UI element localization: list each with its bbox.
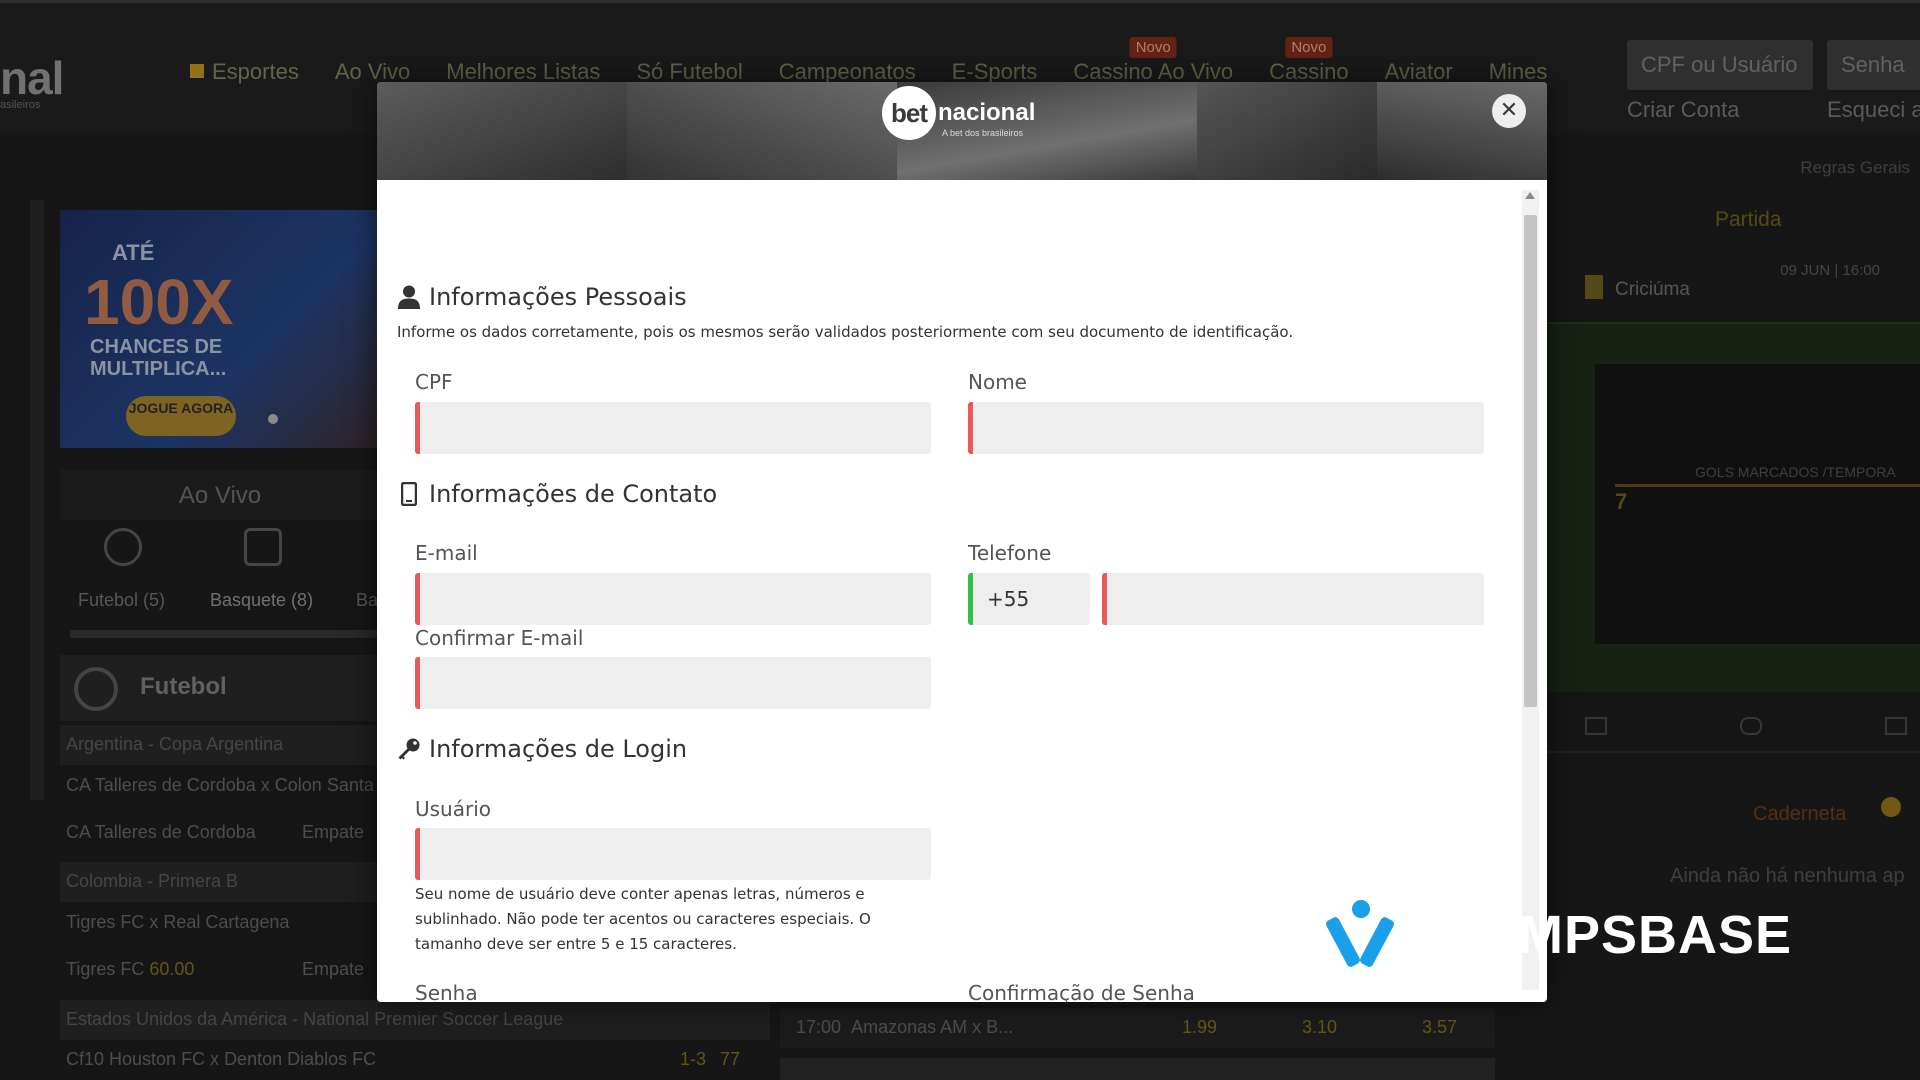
registration-modal: bet nacional A bet dos brasileiros ✕ Inf…	[377, 82, 1547, 1002]
contact-info-heading: Informações de Contato	[397, 480, 717, 508]
confirm-email-label: Confirmar E-mail	[415, 626, 584, 650]
login-info-heading: Informações de Login	[397, 735, 687, 763]
section-title: Informações de Login	[429, 735, 688, 763]
section-title: Informações de Contato	[429, 480, 718, 508]
logo-tagline: A bet dos brasileiros	[942, 128, 1024, 138]
header-photo	[1197, 82, 1377, 180]
scroll-thumb[interactable]	[1524, 215, 1537, 707]
watermark-text: CHAMPSBASE	[1398, 905, 1793, 965]
header-photo	[1377, 82, 1547, 180]
name-label: Nome	[968, 370, 1027, 394]
name-input[interactable]	[968, 402, 1484, 454]
champsbase-watermark: CHAMPSBASE	[1324, 900, 1793, 970]
cpf-input[interactable]	[415, 402, 931, 454]
key-icon	[397, 736, 421, 762]
modal-header: bet nacional A bet dos brasileiros ✕	[377, 82, 1547, 180]
confirm-email-input[interactable]	[415, 657, 931, 709]
password-confirm-label: Confirmação de Senha	[968, 981, 1195, 1002]
personal-info-notice: Informe os dados corretamente, pois os m…	[397, 323, 1294, 341]
personal-info-heading: Informações Pessoais	[397, 283, 687, 311]
section-title: Informações Pessoais	[429, 283, 687, 311]
modal-body: Informações Pessoais Informe os dados co…	[377, 180, 1547, 1002]
email-input[interactable]	[415, 573, 931, 625]
phone-country-code-input[interactable]	[968, 573, 1090, 625]
logo-bet-circle: bet	[882, 86, 936, 140]
username-input[interactable]	[415, 828, 931, 880]
username-help-text: Seu nome de usuário deve conter apenas l…	[415, 885, 871, 953]
phone-label: Telefone	[968, 541, 1052, 565]
scroll-up-arrow-icon[interactable]	[1525, 192, 1535, 199]
phone-input[interactable]	[1102, 573, 1484, 625]
champsbase-logo-icon	[1324, 900, 1396, 970]
modal-scrollbar[interactable]	[1522, 190, 1539, 990]
close-modal-button[interactable]: ✕	[1492, 94, 1526, 128]
username-label: Usuário	[415, 797, 492, 821]
user-icon	[397, 284, 421, 310]
password-label: Senha	[415, 981, 478, 1002]
email-label: E-mail	[415, 541, 478, 565]
header-photo	[377, 82, 627, 180]
betnacional-logo: bet nacional A bet dos brasileiros	[882, 86, 1035, 140]
cpf-label: CPF	[415, 370, 453, 394]
mobile-phone-icon	[397, 481, 421, 507]
header-photo	[627, 82, 897, 180]
logo-nacional-text: nacional	[938, 99, 1036, 126]
